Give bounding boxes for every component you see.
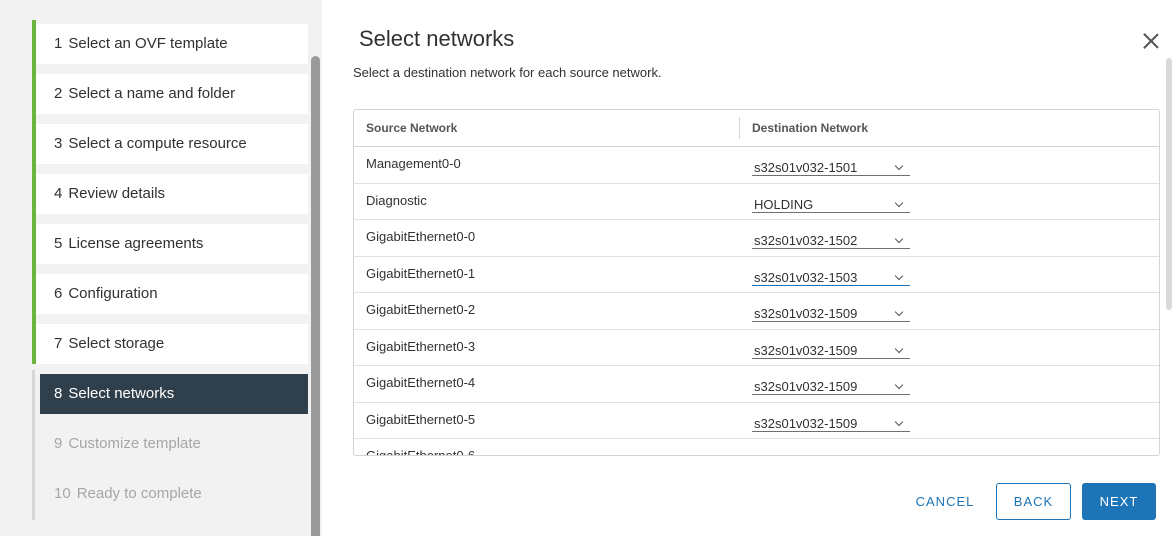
- wizard-content: Select networks Select a destination net…: [322, 0, 1172, 536]
- step-review-details[interactable]: 4 Review details: [32, 164, 308, 214]
- step-label: Select storage: [68, 335, 165, 352]
- chevron-down-icon: [894, 417, 904, 426]
- step-number: 7: [54, 335, 63, 352]
- table-row: Diagnostic HOLDING: [354, 184, 1159, 220]
- content-scrollbar[interactable]: [1166, 58, 1172, 310]
- page-title: Select networks: [359, 26, 515, 51]
- step-number: 3: [54, 135, 63, 152]
- source-network-cell: GigabitEthernet0-3: [366, 338, 476, 354]
- destination-network-select[interactable]: s32s01v032-1502: [752, 227, 910, 249]
- source-network-cell: GigabitEthernet0-2: [366, 302, 476, 317]
- step-label: Configuration: [68, 285, 158, 302]
- chevron-down-icon: [894, 307, 904, 317]
- network-mapping-grid: Source Network Destination Network Manag…: [353, 109, 1160, 456]
- step-label: Select networks: [68, 385, 175, 402]
- destination-network-select[interactable]: HOLDING: [752, 191, 910, 213]
- step-customize-template: 9 Customize template: [32, 424, 308, 464]
- step-list: 1 Select an OVF template 2 Select a name a…: [32, 0, 308, 514]
- progress-rail: [32, 370, 35, 520]
- chevron-down-icon: [894, 271, 904, 280]
- destination-network-select[interactable]: s32s01v032-1509: [752, 410, 910, 432]
- step-ready-to-complete: 10 Ready to complete: [32, 474, 308, 514]
- step-number: 10: [54, 485, 71, 502]
- step-label: Select a name and folder: [68, 85, 236, 102]
- select-value: s32s01v032-1509: [754, 415, 858, 431]
- source-network-cell: GigabitEthernet0-6: [366, 448, 476, 456]
- step-label: Select an OVF template: [68, 35, 228, 52]
- destination-network-select[interactable]: s32s01v032-1509: [752, 300, 910, 322]
- select-value: HOLDING: [754, 196, 814, 212]
- destination-network-select[interactable]: s32s01v032-1501: [752, 154, 910, 176]
- destination-network-select[interactable]: s32s01v032-1509: [752, 373, 910, 395]
- chevron-down-icon: [894, 380, 904, 390]
- table-row: GigabitEthernet0-4 s32s01v032-1509: [354, 366, 1159, 403]
- table-row: Management0-0 s32s01v032-1501: [354, 147, 1159, 184]
- step-license-agreements[interactable]: 5 License agreements: [32, 214, 308, 264]
- chevron-down-icon: [894, 161, 904, 171]
- select-value: s32s01v032-1503: [754, 269, 858, 285]
- column-header-destination-network: Destination Network: [739, 117, 1159, 139]
- step-label: Review details: [68, 185, 166, 202]
- step-number: 8: [54, 385, 63, 402]
- step-number: 5: [54, 235, 63, 252]
- source-network-cell: GigabitEthernet0-4: [366, 375, 476, 390]
- step-label: License agreements: [68, 235, 204, 252]
- table-row: GigabitEthernet0-5 s32s01v032-1509: [354, 403, 1159, 439]
- step-number: 1: [54, 35, 63, 52]
- step-number: 9: [54, 435, 63, 452]
- select-value: s32s01v032-1509: [754, 306, 858, 321]
- source-network-cell: GigabitEthernet0-1: [366, 265, 476, 281]
- sidebar-scrollbar[interactable]: [311, 56, 320, 536]
- chevron-down-icon: [894, 198, 904, 207]
- step-number: 6: [54, 285, 63, 302]
- chevron-down-icon: [894, 234, 904, 244]
- page-subtitle: Select a destination network for each so…: [353, 65, 662, 80]
- source-network-cell: GigabitEthernet0-5: [366, 411, 476, 427]
- step-select-storage[interactable]: 7 Select storage: [32, 314, 308, 364]
- step-select-compute-resource[interactable]: 3 Select a compute resource: [32, 114, 308, 164]
- destination-network-select[interactable]: s32s01v032-1509: [752, 446, 910, 455]
- step-label: Select a compute resource: [68, 135, 247, 152]
- cancel-button[interactable]: CANCEL: [905, 483, 985, 520]
- table-row: GigabitEthernet0-6 s32s01v032-1509: [354, 439, 1159, 456]
- table-row: GigabitEthernet0-0 s32s01v032-1502: [354, 220, 1159, 257]
- table-row: GigabitEthernet0-1 s32s01v032-1503: [354, 257, 1159, 293]
- select-value: s32s01v032-1509: [754, 342, 858, 358]
- select-value: s32s01v032-1502: [754, 233, 858, 248]
- source-network-cell: Diagnostic: [366, 192, 427, 208]
- step-select-networks[interactable]: 8 Select networks: [40, 374, 308, 414]
- chevron-down-icon: [894, 453, 904, 455]
- select-value: s32s01v032-1509: [754, 452, 857, 455]
- source-network-cell: Management0-0: [366, 156, 461, 171]
- wizard-sidebar: 1 Select an OVF template 2 Select a name a…: [0, 0, 322, 536]
- step-configuration[interactable]: 6 Configuration: [32, 264, 308, 314]
- step-select-name-folder[interactable]: 2 Select a name and folder: [32, 64, 308, 114]
- step-select-ovf-template[interactable]: 1 Select an OVF template: [32, 20, 308, 64]
- close-icon[interactable]: [1140, 30, 1162, 52]
- grid-header: Source Network Destination Network: [354, 110, 1159, 147]
- destination-network-select[interactable]: s32s01v032-1503: [752, 264, 910, 286]
- column-header-source-network: Source Network: [366, 121, 458, 135]
- step-label: Customize template: [68, 435, 201, 452]
- select-value: s32s01v032-1501: [754, 160, 858, 175]
- step-number: 4: [54, 185, 63, 202]
- step-label: Ready to complete: [76, 485, 202, 502]
- next-button[interactable]: NEXT: [1082, 483, 1156, 520]
- destination-network-select[interactable]: s32s01v032-1509: [752, 337, 910, 359]
- step-number: 2: [54, 85, 63, 102]
- chevron-down-icon: [894, 344, 904, 353]
- table-row: GigabitEthernet0-3 s32s01v032-1509: [354, 330, 1159, 366]
- source-network-cell: GigabitEthernet0-0: [366, 229, 476, 244]
- select-value: s32s01v032-1509: [754, 379, 858, 394]
- table-row: GigabitEthernet0-2 s32s01v032-1509: [354, 293, 1159, 330]
- back-button[interactable]: BACK: [996, 483, 1071, 520]
